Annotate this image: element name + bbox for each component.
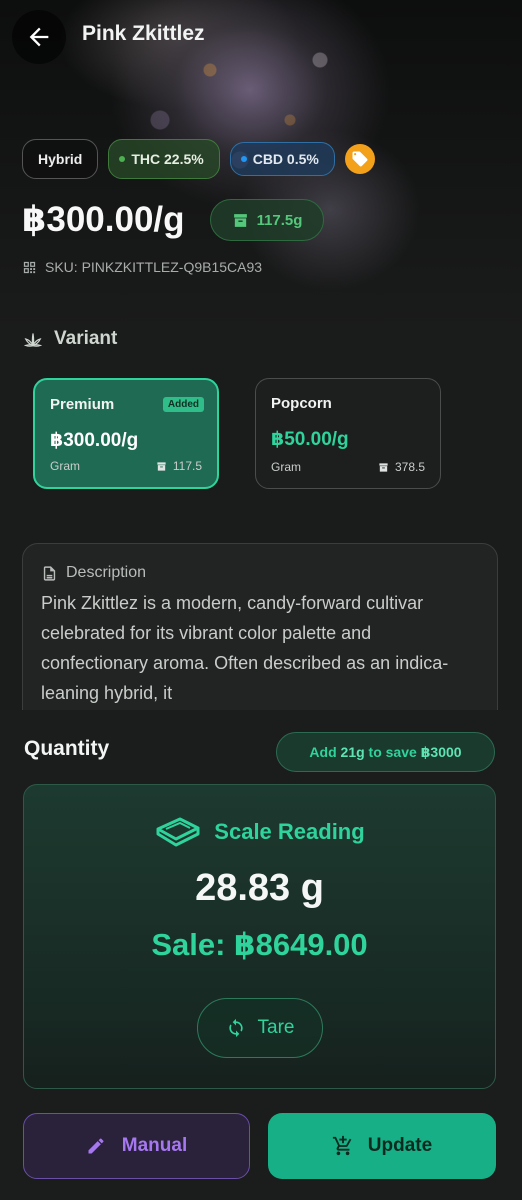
cbd-label: CBD 0.5% bbox=[252, 151, 319, 167]
product-price: ฿300.00/g bbox=[22, 200, 185, 239]
type-chip: Hybrid bbox=[22, 139, 99, 179]
description-card[interactable]: Description Pink Zkittlez is a modern, c… bbox=[22, 543, 498, 733]
save-middle: to save bbox=[364, 744, 421, 760]
cbd-dot bbox=[240, 156, 247, 162]
quantity-panel: Quantity Add 21g to save ฿3000 Scale Rea… bbox=[0, 710, 522, 1200]
archive-icon bbox=[379, 462, 388, 472]
promo-tag-button[interactable] bbox=[344, 144, 375, 174]
variant-heading-label: Variant bbox=[54, 328, 118, 349]
description-heading: Description bbox=[41, 564, 479, 582]
stock-chip: 117.5g bbox=[210, 199, 324, 241]
scale-heading-label: Scale Reading bbox=[214, 819, 365, 844]
save-amount: 21g bbox=[340, 744, 365, 760]
thc-chip: THC 22.5% bbox=[108, 139, 220, 179]
description-heading-label: Description bbox=[66, 564, 147, 581]
variant-heading: Variant bbox=[22, 328, 117, 350]
tare-button[interactable]: Tare bbox=[197, 998, 323, 1058]
refresh-icon bbox=[228, 1018, 243, 1038]
cart-add-icon bbox=[332, 1135, 352, 1156]
cannabis-leaf-icon bbox=[23, 333, 43, 347]
variant-meta: Gram 117.5 bbox=[50, 459, 202, 473]
scale-weight: 28.83 g bbox=[195, 867, 324, 909]
back-button[interactable] bbox=[12, 10, 66, 64]
arrow-back-icon bbox=[29, 27, 49, 47]
variant-name: Popcorn bbox=[271, 395, 332, 412]
archive-icon bbox=[233, 213, 247, 227]
variant-meta: Gram 378.5 bbox=[271, 460, 425, 474]
manual-button[interactable]: Manual bbox=[23, 1113, 250, 1179]
tag-icon bbox=[352, 151, 368, 167]
stock-label: 117.5g bbox=[256, 211, 303, 229]
scale-icon bbox=[156, 817, 200, 847]
sku-row: SKU: PINKZKITTLEZ-Q9B15CA93 bbox=[22, 259, 262, 275]
variant-unit: Gram bbox=[50, 459, 80, 473]
save-value: ฿3000 bbox=[420, 743, 462, 760]
variant-price: ฿50.00/g bbox=[271, 429, 349, 450]
added-badge: Added bbox=[162, 397, 204, 412]
variant-stock-value: 117.5 bbox=[172, 459, 202, 473]
update-label: Update bbox=[367, 1135, 433, 1156]
qr-code-icon bbox=[23, 261, 36, 273]
quantity-title: Quantity bbox=[24, 737, 110, 760]
save-prefix: Add bbox=[309, 744, 341, 760]
variant-card-popcorn[interactable]: Popcorn ฿50.00/g Gram 378.5 bbox=[255, 378, 441, 489]
product-chips: Hybrid THC 22.5% CBD 0.5% bbox=[22, 139, 375, 179]
scale-reading-card: Scale Reading 28.83 g Sale: ฿8649.00 Tar… bbox=[23, 784, 496, 1089]
variant-stock: 378.5 bbox=[378, 460, 425, 474]
save-offer-chip[interactable]: Add 21g to save ฿3000 bbox=[276, 732, 495, 772]
cbd-chip: CBD 0.5% bbox=[229, 142, 335, 176]
variant-price: ฿300.00/g bbox=[50, 430, 139, 451]
thc-label: THC 22.5% bbox=[131, 151, 204, 167]
variant-stock-value: 378.5 bbox=[394, 460, 425, 474]
sku-text: SKU: PINKZKITTLEZ-Q9B15CA93 bbox=[45, 259, 263, 275]
update-button[interactable]: Update bbox=[268, 1113, 496, 1179]
tare-label: Tare bbox=[257, 1017, 295, 1038]
variant-stock: 117.5 bbox=[156, 459, 202, 473]
scale-heading: Scale Reading bbox=[24, 815, 495, 849]
archive-icon bbox=[157, 461, 166, 471]
pencil-icon bbox=[88, 1138, 104, 1154]
description-text: Pink Zkittlez is a modern, candy-forward… bbox=[41, 593, 449, 703]
page-title: Pink Zkittlez bbox=[82, 22, 205, 45]
variant-unit: Gram bbox=[271, 460, 301, 474]
variant-card-premium[interactable]: Premium Added ฿300.00/g Gram 117.5 bbox=[33, 378, 219, 489]
manual-label: Manual bbox=[121, 1135, 188, 1156]
thc-dot bbox=[119, 156, 126, 162]
sale-total: Sale: ฿8649.00 bbox=[151, 927, 368, 962]
document-icon bbox=[43, 565, 56, 581]
